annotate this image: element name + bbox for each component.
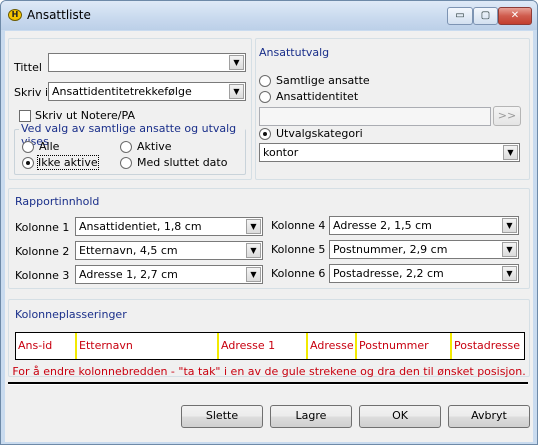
skriv-label: Skriv i xyxy=(14,86,48,99)
tittel-combo[interactable]: ▼ xyxy=(48,53,246,72)
report-legend: Rapportinnhold xyxy=(15,195,100,208)
notes-checkbox-label: Skriv ut Notere/PA xyxy=(35,109,135,122)
report-content-panel: Rapportinnhold Kolonne 1 Ansattidentiet,… xyxy=(8,188,530,289)
radio-ikke-aktive-label: Ikke aktive xyxy=(37,155,99,170)
skriv-value: Ansattidentitetrekkefølge xyxy=(52,85,192,98)
chevron-down-icon[interactable]: ▼ xyxy=(229,84,244,99)
column-2-value: Etternavn, 4,5 cm xyxy=(79,244,178,257)
column-3-value: Adresse 1, 2,7 cm xyxy=(79,268,178,281)
column-2-combo[interactable]: Etternavn, 4,5 cm ▼ xyxy=(75,241,263,260)
column-5-value: Postnummer, 2,9 cm xyxy=(333,243,448,256)
skriv-combo[interactable]: Ansattidentitetrekkefølge ▼ xyxy=(48,82,246,101)
chevron-down-icon[interactable]: ▼ xyxy=(246,267,261,282)
column-6-combo[interactable]: Postadresse, 2,2 cm ▼ xyxy=(329,264,519,283)
radio-samtlige[interactable] xyxy=(259,75,271,87)
column-placement-ruler[interactable]: Ans-id Etternavn Adresse 1 Adresse Postn… xyxy=(15,332,525,360)
chevron-down-icon[interactable]: ▼ xyxy=(246,219,261,234)
selection-legend: Ansattutvalg xyxy=(259,46,330,59)
column-6-label: Kolonne 6 xyxy=(271,267,326,280)
radio-med-sluttet[interactable] xyxy=(120,157,132,169)
divider xyxy=(8,382,528,385)
tittel-label: Tittel xyxy=(14,61,42,74)
radio-utvalgskategori-label: Utvalgskategori xyxy=(276,127,363,140)
radio-alle[interactable] xyxy=(22,141,34,153)
delete-button[interactable]: Slette xyxy=(181,405,263,428)
identity-input[interactable] xyxy=(259,107,491,126)
radio-aktive[interactable] xyxy=(120,141,132,153)
chevron-down-icon[interactable]: ▼ xyxy=(502,218,517,233)
placement-column[interactable]: Postnummer xyxy=(357,333,452,359)
notes-checkbox[interactable] xyxy=(19,110,31,122)
radio-samtlige-label: Samtlige ansatte xyxy=(276,74,370,87)
title-bar[interactable]: H Ansattliste ▭ ▢ ✕ xyxy=(1,1,537,30)
dialog-window: H Ansattliste ▭ ▢ ✕ Tittel ▼ Skriv i Ans… xyxy=(0,0,538,445)
column-2-label: Kolonne 2 xyxy=(15,245,70,258)
radio-utvalgskategori[interactable] xyxy=(259,128,271,140)
category-value: kontor xyxy=(263,146,299,159)
placement-column[interactable]: Adresse 1 xyxy=(219,333,308,359)
employee-selection-panel: Ansattutvalg Samtlige ansatte Ansattiden… xyxy=(255,38,530,180)
chevron-down-icon[interactable]: ▼ xyxy=(502,242,517,257)
ok-button[interactable]: OK xyxy=(359,405,441,428)
save-button[interactable]: Lagre xyxy=(270,405,352,428)
dialog-body: Tittel ▼ Skriv i Ansattidentitetrekkeføl… xyxy=(5,31,533,442)
column-5-label: Kolonne 5 xyxy=(271,243,326,256)
radio-ikke-aktive[interactable] xyxy=(22,157,34,169)
placement-column[interactable]: Adresse xyxy=(308,333,357,359)
column-1-value: Ansattidentiet, 1,8 cm xyxy=(79,220,202,233)
window-title: Ansattliste xyxy=(27,8,91,22)
status-filter-group: Ved valg av samtlige ansatte og utvalg v… xyxy=(14,122,246,175)
column-4-combo[interactable]: Adresse 2, 1,5 cm ▼ xyxy=(329,216,519,235)
chevron-down-icon[interactable]: ▼ xyxy=(246,243,261,258)
placement-column[interactable]: Postadresse xyxy=(452,333,524,359)
chevron-down-icon[interactable]: ▼ xyxy=(503,145,518,160)
close-button[interactable]: ✕ xyxy=(498,7,532,25)
radio-alle-label: Alle xyxy=(39,140,60,153)
placement-legend: Kolonneplasseringer xyxy=(15,308,127,321)
radio-aktive-label: Aktive xyxy=(137,140,172,153)
chevron-down-icon[interactable]: ▼ xyxy=(502,266,517,281)
column-6-value: Postadresse, 2,2 cm xyxy=(333,267,444,280)
column-4-value: Adresse 2, 1,5 cm xyxy=(333,219,432,232)
column-3-combo[interactable]: Adresse 1, 2,7 cm ▼ xyxy=(75,265,263,284)
placement-column[interactable]: Etternavn xyxy=(77,333,219,359)
app-logo-icon: H xyxy=(8,9,22,21)
chevron-down-icon[interactable]: ▼ xyxy=(229,55,244,70)
cancel-button[interactable]: Avbryt xyxy=(448,405,530,428)
column-4-label: Kolonne 4 xyxy=(271,219,326,232)
column-3-label: Kolonne 3 xyxy=(15,269,70,282)
category-combo[interactable]: kontor ▼ xyxy=(259,143,520,162)
maximize-button[interactable]: ▢ xyxy=(473,7,498,25)
radio-ansattidentitet[interactable] xyxy=(259,91,271,103)
radio-ansattidentitet-label: Ansattidentitet xyxy=(276,90,359,103)
general-options-panel: Tittel ▼ Skriv i Ansattidentitetrekkeføl… xyxy=(8,38,252,180)
minimize-button[interactable]: ▭ xyxy=(447,7,473,25)
radio-med-sluttet-label: Med sluttet dato xyxy=(137,156,228,169)
column-1-label: Kolonne 1 xyxy=(15,221,70,234)
column-1-combo[interactable]: Ansattidentiet, 1,8 cm ▼ xyxy=(75,217,263,236)
browse-button[interactable]: >> xyxy=(493,106,521,126)
placement-column[interactable]: Ans-id xyxy=(16,333,77,359)
placement-hint: For å endre kolonnebredden - "ta tak" i … xyxy=(12,365,526,378)
column-5-combo[interactable]: Postnummer, 2,9 cm ▼ xyxy=(329,240,519,259)
